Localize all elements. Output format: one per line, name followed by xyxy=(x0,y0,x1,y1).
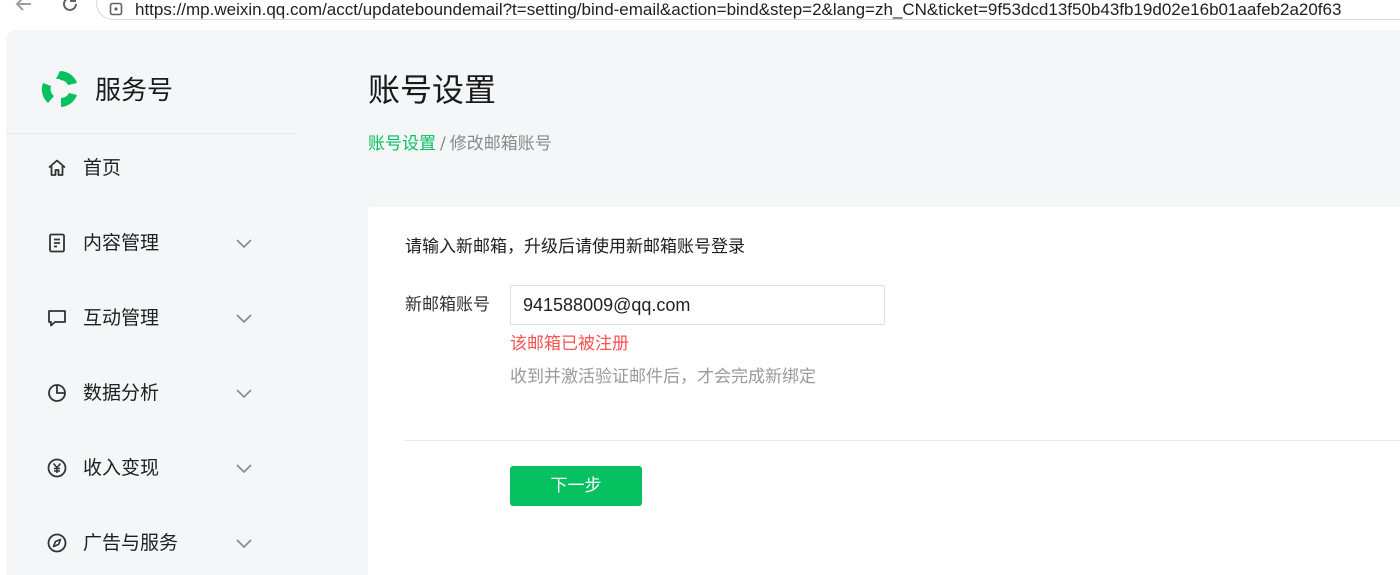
site-info-icon[interactable] xyxy=(109,1,123,16)
form-divider xyxy=(405,440,1400,441)
sidebar-item-label: 广告与服务 xyxy=(83,532,179,554)
address-bar[interactable]: https://mp.weixin.qq.com/acct/updateboun… xyxy=(96,0,1400,20)
sidebar-item-label: 互动管理 xyxy=(83,307,160,329)
brand-header: 服务号 xyxy=(6,30,296,134)
url-text[interactable]: https://mp.weixin.qq.com/acct/updateboun… xyxy=(135,1,1341,19)
email-error-message: 该邮箱已被注册 xyxy=(510,334,629,354)
sidebar-item-label: 首页 xyxy=(83,157,122,179)
sidebar-item-content[interactable]: 内容管理 xyxy=(6,215,296,271)
sidebar-item-monetization[interactable]: 收入变现 xyxy=(6,440,296,496)
chat-bubble-icon xyxy=(46,307,68,329)
chevron-down-icon[interactable] xyxy=(234,235,254,251)
chevron-down-icon[interactable] xyxy=(234,310,254,326)
browser-toolbar: https://mp.weixin.qq.com/acct/updateboun… xyxy=(0,0,1400,28)
app-frame: 服务号 首页 内容管理 互动管理 数据分析 收入变现 广告与服务 账号设置 账号… xyxy=(6,30,1400,575)
page-title: 账号设置 xyxy=(368,71,497,109)
sidebar-item-home[interactable]: 首页 xyxy=(6,140,296,196)
pie-chart-icon xyxy=(46,382,68,404)
sidebar-item-label: 内容管理 xyxy=(83,232,160,254)
document-icon xyxy=(46,232,68,254)
breadcrumb-separator: / xyxy=(440,134,446,154)
brand-name: 服务号 xyxy=(95,76,174,106)
sidebar-item-interaction[interactable]: 互动管理 xyxy=(6,290,296,346)
sidebar-item-label: 数据分析 xyxy=(83,382,160,404)
sidebar-item-label: 收入变现 xyxy=(83,457,160,479)
home-icon xyxy=(46,157,68,179)
back-arrow-icon[interactable] xyxy=(14,0,34,14)
breadcrumb: 账号设置 / 修改邮箱账号 xyxy=(368,132,552,156)
email-field[interactable]: 941588009@qq.com xyxy=(510,285,885,325)
email-form-card: 请输入新邮箱，升级后请使用新邮箱账号登录 新邮箱账号 941588009@qq.… xyxy=(368,207,1400,575)
chevron-down-icon[interactable] xyxy=(234,385,254,401)
breadcrumb-link-settings[interactable]: 账号设置 xyxy=(368,134,436,154)
wechat-service-logo-icon[interactable] xyxy=(39,68,81,110)
reload-icon[interactable] xyxy=(60,0,80,14)
chevron-down-icon[interactable] xyxy=(234,535,254,551)
yuan-coin-icon xyxy=(46,457,68,479)
next-step-button[interactable]: 下一步 xyxy=(510,466,642,506)
sidebar: 服务号 首页 内容管理 互动管理 数据分析 收入变现 广告与服务 xyxy=(6,30,296,575)
email-tip-text: 收到并激活验证邮件后，才会完成新绑定 xyxy=(510,367,816,387)
breadcrumb-current: 修改邮箱账号 xyxy=(449,134,552,154)
sidebar-item-analytics[interactable]: 数据分析 xyxy=(6,365,296,421)
form-intro: 请输入新邮箱，升级后请使用新邮箱账号登录 xyxy=(405,237,745,257)
sidebar-item-ads[interactable]: 广告与服务 xyxy=(6,515,296,571)
chevron-down-icon[interactable] xyxy=(234,460,254,476)
email-field-label: 新邮箱账号 xyxy=(405,295,490,315)
compass-icon xyxy=(46,532,68,554)
